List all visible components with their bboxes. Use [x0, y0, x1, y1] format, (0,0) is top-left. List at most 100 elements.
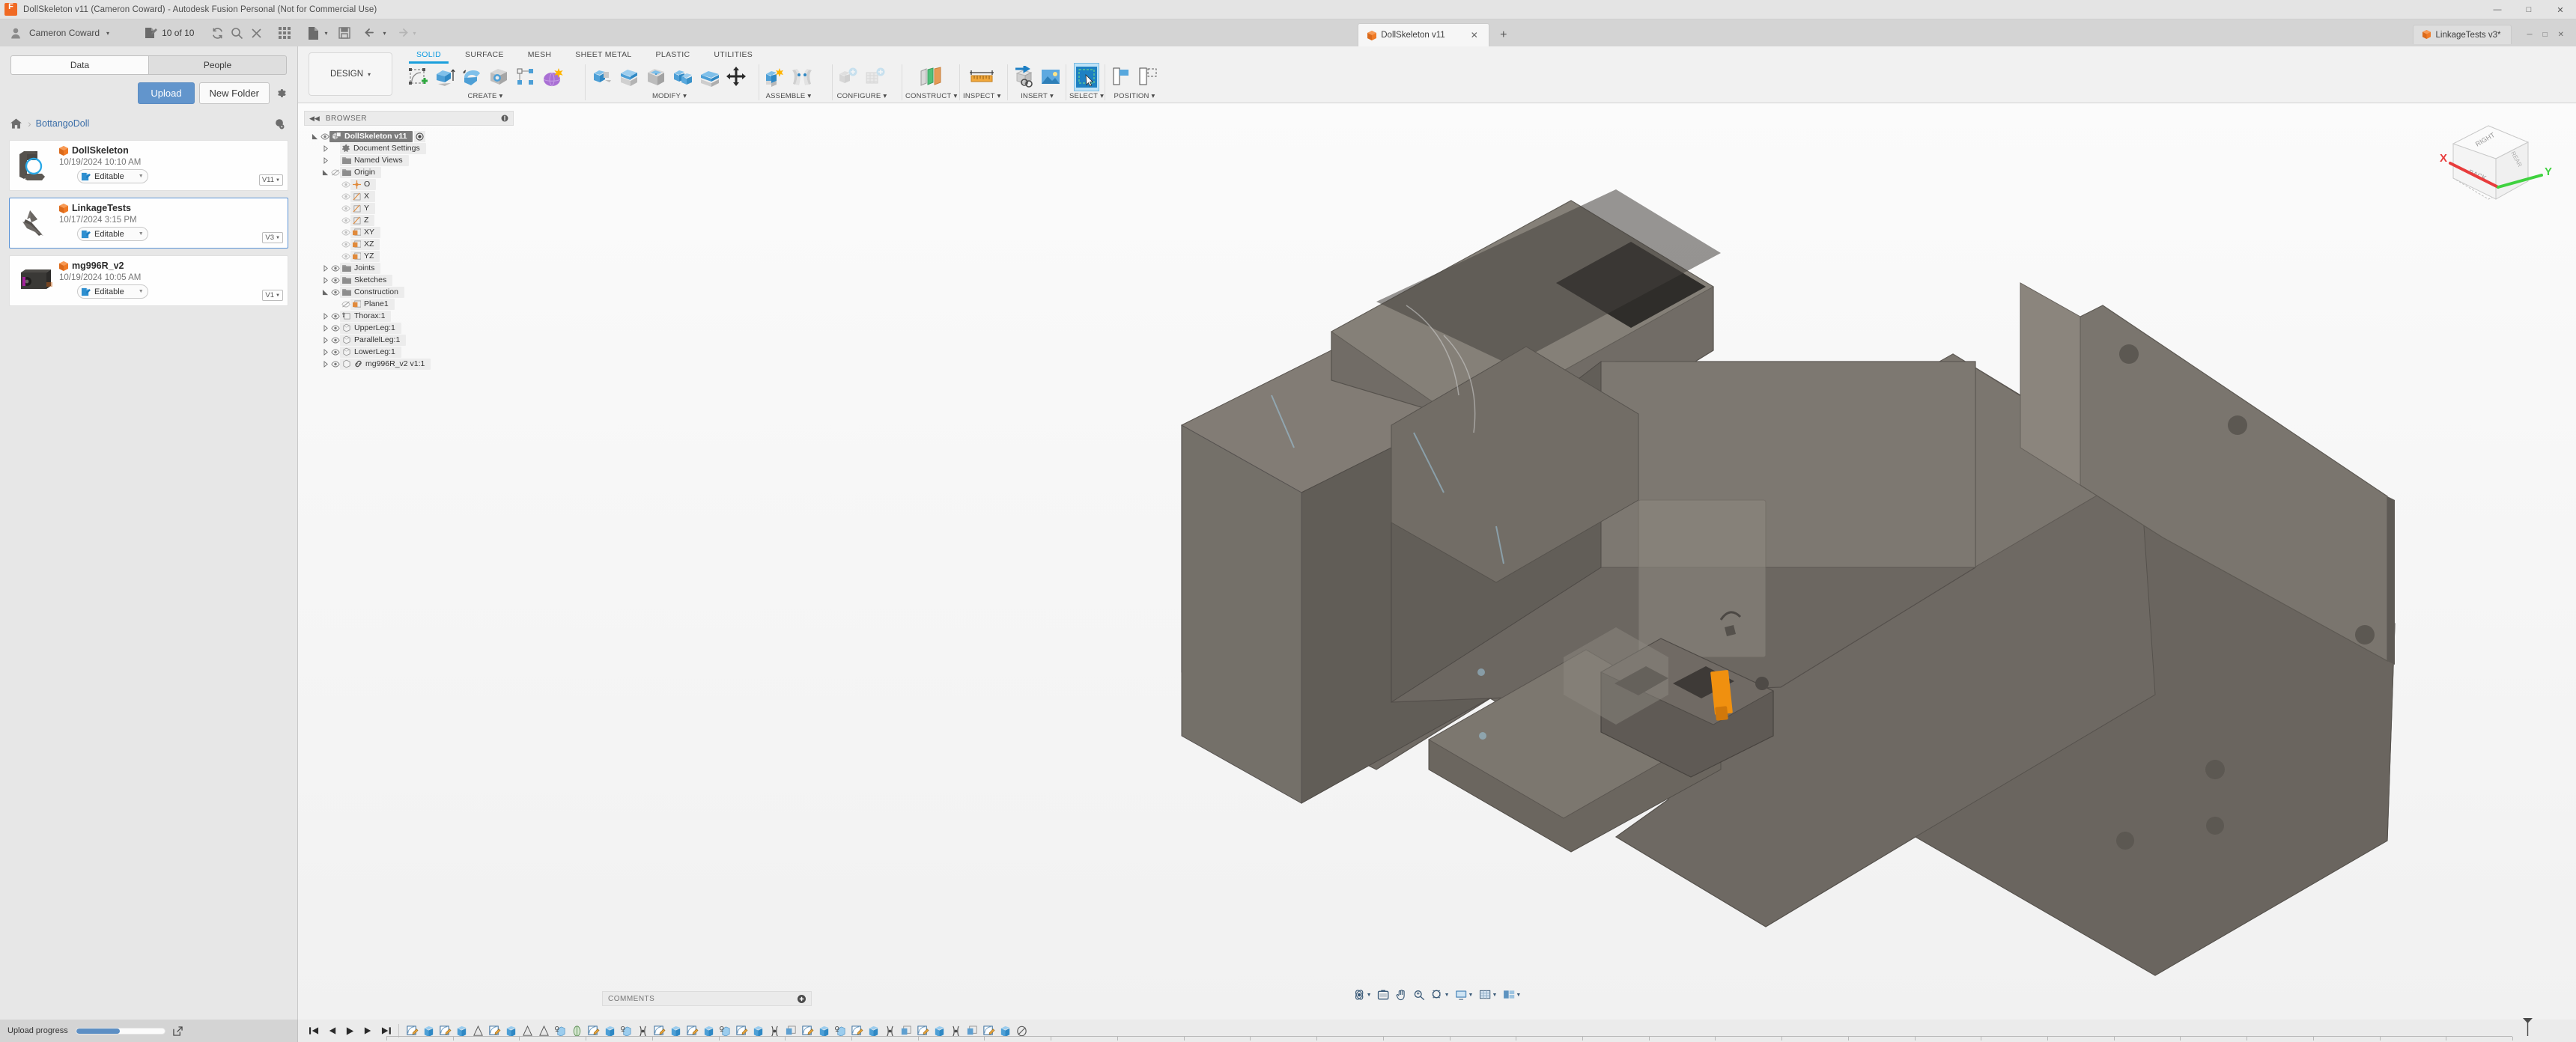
browser-tree-node[interactable]: Construction	[304, 286, 514, 298]
chevron-right-icon[interactable]	[321, 265, 330, 272]
chevron-down-icon[interactable]: ▼	[1367, 993, 1372, 998]
ribbon-panel-configure-label[interactable]: CONFIGURE▾	[837, 92, 887, 100]
chevron-right-icon[interactable]	[321, 157, 330, 164]
refresh-icon[interactable]	[207, 22, 227, 44]
document-tab[interactable]: DollSkeleton v11 ✕	[1358, 23, 1489, 46]
browser-tree-node[interactable]: XY	[304, 226, 514, 238]
browser-tree-node[interactable]: Y	[304, 202, 514, 214]
ribbon-panel-inspect-label[interactable]: INSPECT▾	[963, 92, 1001, 100]
timeline[interactable]	[298, 1020, 2576, 1042]
browser-tree-node[interactable]: UpperLeg:1	[304, 322, 514, 334]
person-icon[interactable]	[6, 22, 25, 44]
chevron-right-icon[interactable]	[321, 337, 330, 344]
sweep-icon[interactable]	[486, 63, 511, 91]
ribbon-panel-assemble-label[interactable]: ASSEMBLE▾	[766, 92, 812, 100]
browser-node-label-wrap[interactable]: XY	[350, 227, 380, 238]
timeline-marker-icon[interactable]	[2523, 1018, 2533, 1040]
visibility-eye-icon[interactable]	[330, 277, 340, 284]
chevron-down-icon[interactable]	[321, 169, 330, 176]
visibility-eye-icon[interactable]	[330, 325, 340, 332]
panel-menu-icon[interactable]	[501, 115, 508, 122]
3d-viewport[interactable]: RIGHT REAR BACK X Y COMMENTS ▼	[298, 103, 2576, 1020]
browser-node-label-wrap[interactable]: Plane1	[350, 299, 395, 310]
browser-node-label-wrap[interactable]: XZ	[350, 239, 380, 250]
maximize-icon[interactable]: □	[2543, 31, 2548, 39]
browser-tree-node[interactable]: Named Views	[304, 154, 514, 166]
offset-plane-icon[interactable]	[916, 63, 947, 91]
chevron-right-icon[interactable]	[321, 145, 330, 152]
file-card[interactable]: DollSkeleton 10/19/2024 10:10 AM Editabl…	[9, 140, 288, 191]
visibility-eye-icon[interactable]	[330, 289, 340, 296]
browser-tree-node[interactable]: DollSkeleton v11	[304, 130, 514, 142]
document-edit-icon[interactable]	[141, 22, 160, 44]
browser-node-label-wrap[interactable]: YZ	[350, 251, 380, 262]
fillet-icon[interactable]	[616, 63, 642, 91]
align-right-icon[interactable]	[1135, 63, 1161, 91]
browser-node-label-wrap[interactable]: Thorax:1	[340, 311, 391, 322]
configuration-table-icon[interactable]	[863, 63, 888, 91]
file-card[interactable]: mg996R_v2 10/19/2024 10:05 AM Editable ▼…	[9, 255, 288, 306]
browser-node-label-wrap[interactable]: Y	[350, 203, 375, 214]
browser-tree-node[interactable]: X	[304, 190, 514, 202]
browser-node-label-wrap[interactable]: Sketches	[340, 275, 392, 286]
visibility-eye-icon[interactable]	[330, 349, 340, 356]
close-icon[interactable]: ✕	[2545, 0, 2576, 19]
create-sketch-icon[interactable]	[405, 63, 431, 91]
browser-node-label-wrap[interactable]: ParallelLeg:1	[340, 335, 406, 346]
gear-icon[interactable]	[274, 88, 288, 99]
browser-node-label-wrap[interactable]: Named Views	[340, 155, 409, 166]
display-settings-icon[interactable]: ▼	[1453, 989, 1475, 1001]
file-status-dropdown[interactable]: Editable ▼	[77, 227, 148, 241]
expand-popout-icon[interactable]	[173, 1026, 183, 1036]
pattern-icon[interactable]	[513, 63, 538, 91]
visibility-eye-icon[interactable]	[320, 133, 329, 140]
design-workspace-menu[interactable]: DESIGN ▾	[309, 52, 392, 96]
plus-circle-icon[interactable]	[798, 995, 806, 1003]
file-version-dropdown[interactable]: V11 ▼	[259, 174, 283, 186]
chevron-down-icon[interactable]	[321, 289, 330, 296]
play-icon[interactable]	[341, 1022, 358, 1040]
browser-node-label-wrap[interactable]: Construction	[340, 287, 404, 298]
visibility-eye-icon[interactable]	[341, 229, 350, 236]
chevron-right-icon[interactable]	[321, 325, 330, 332]
minimize-button[interactable]: —	[2482, 0, 2513, 19]
orbit-icon[interactable]: ▼	[1352, 989, 1373, 1001]
background-document-tab[interactable]: LinkageTests v3*	[2413, 25, 2512, 44]
browser-tree-node[interactable]: Sketches	[304, 274, 514, 286]
insert-derive-icon[interactable]	[1011, 63, 1036, 91]
browser-node-label-wrap[interactable]: Document Settings	[340, 143, 426, 154]
user-name-label[interactable]: Cameron Coward	[29, 28, 100, 38]
chevron-right-icon[interactable]	[321, 277, 330, 284]
file-card[interactable]: LinkageTests 10/17/2024 3:15 PM Editable…	[9, 198, 288, 249]
ribbon-panel-insert-label[interactable]: INSERT▾	[1021, 92, 1054, 100]
visibility-eye-icon[interactable]	[341, 205, 350, 212]
browser-node-label-wrap[interactable]: DollSkeleton v11	[329, 131, 413, 142]
tab-solid[interactable]: SOLID	[404, 48, 453, 61]
browser-node-label-wrap[interactable]: UpperLeg:1	[340, 323, 401, 334]
visibility-eye-icon[interactable]	[330, 265, 340, 272]
tab-sheet-metal[interactable]: SHEET METAL	[563, 48, 643, 61]
ribbon-panel-position-label[interactable]: POSITION▾	[1114, 92, 1155, 100]
step-back-icon[interactable]	[323, 1022, 340, 1040]
breadcrumb-folder[interactable]: BottangoDoll	[36, 118, 90, 129]
upload-button[interactable]: Upload	[138, 82, 194, 104]
browser-tree-node[interactable]: Joints	[304, 262, 514, 274]
chevron-right-icon[interactable]	[321, 313, 330, 320]
visibility-eye-icon[interactable]	[330, 361, 340, 368]
browser-tree-node[interactable]: mg996R_v2 v1:1	[304, 358, 514, 370]
joint-icon[interactable]	[789, 63, 815, 91]
browser-tree-node[interactable]: Z	[304, 214, 514, 226]
close-icon[interactable]: ✕	[2558, 31, 2564, 39]
go-to-beginning-icon[interactable]	[306, 1022, 322, 1040]
form-icon[interactable]	[540, 63, 565, 91]
visibility-eye-icon[interactable]	[341, 241, 350, 248]
visibility-eye-icon[interactable]	[341, 193, 350, 200]
ribbon-panel-construct-label[interactable]: CONSTRUCT▾	[905, 92, 957, 100]
chevron-down-icon[interactable]: ▼	[1492, 993, 1497, 998]
ribbon-panel-select-label[interactable]: SELECT▾	[1069, 92, 1104, 100]
extrude-icon[interactable]	[432, 63, 458, 91]
visibility-eye-icon[interactable]	[341, 301, 350, 308]
configure-icon[interactable]	[836, 63, 861, 91]
tab-utilities[interactable]: UTILITIES	[702, 48, 765, 61]
comments-panel-header[interactable]: COMMENTS	[602, 991, 812, 1006]
